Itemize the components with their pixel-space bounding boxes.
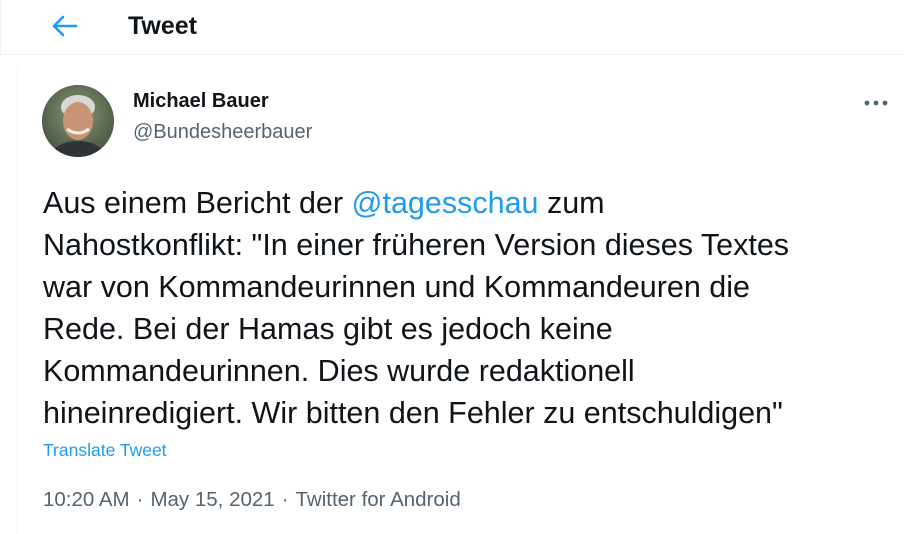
mention-link[interactable]: @tagesschau [352,186,539,220]
tweet-text-part: Aus einem Bericht der [43,186,352,220]
tweet-time[interactable]: 10:20 AM [43,488,130,512]
avatar[interactable] [42,85,114,157]
tweet-text-part: zum Nahostkonflikt: "In einer früheren V… [43,186,790,430]
more-dots-icon [864,100,888,106]
author-name[interactable]: Michael Bauer [133,90,269,113]
meta-separator: · [281,488,289,511]
arrow-left-icon [52,15,78,37]
tweet-meta: 10:20 AM · May 15, 2021 · Twitter for An… [43,488,461,512]
meta-separator: · [136,488,144,511]
translate-tweet-link[interactable]: Translate Tweet [43,440,167,461]
top-bar: Tweet [0,0,904,55]
tweet-date[interactable]: May 15, 2021 [150,488,274,512]
avatar-photo [42,85,114,157]
page-title: Tweet [128,12,197,40]
author-handle[interactable]: @Bundesheerbauer [133,121,312,144]
back-button[interactable] [45,10,85,42]
tweet-text: Aus einem Bericht der @tagesschau zum Na… [43,182,893,434]
more-options-button[interactable] [858,90,894,116]
tweet-source[interactable]: Twitter for Android [296,488,461,512]
